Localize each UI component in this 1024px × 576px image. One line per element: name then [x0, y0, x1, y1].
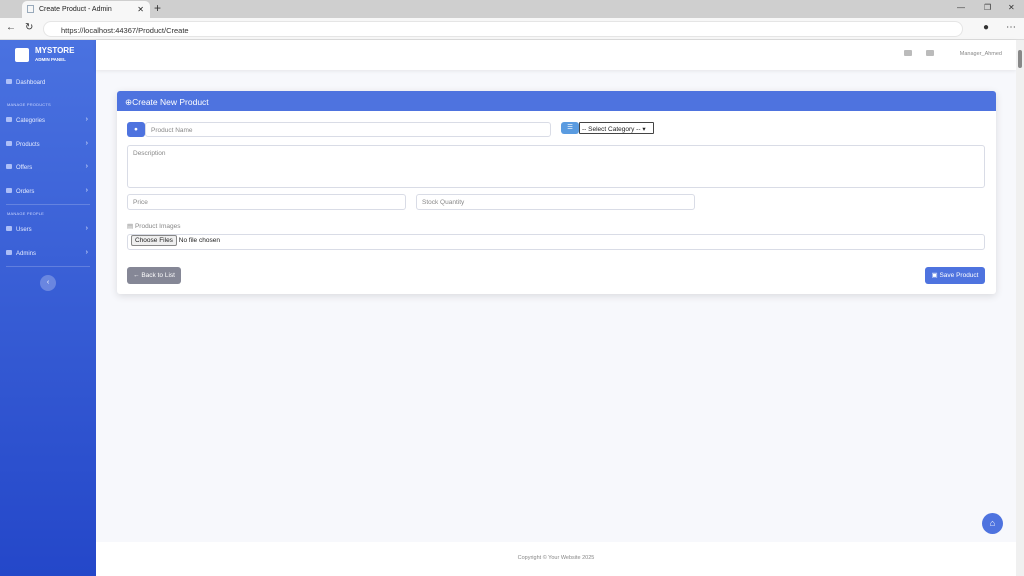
file-input[interactable]: Choose Files No file chosen — [127, 234, 985, 250]
card-header: ⊕Create New Product — [117, 91, 996, 111]
chevron-right-icon: › — [85, 140, 88, 147]
card-title: Create New Product — [132, 97, 209, 107]
save-product-button[interactable]: ▣ Save Product — [925, 267, 985, 284]
brand-subtitle: ADMIN PANEL — [35, 57, 66, 62]
chevron-right-icon: › — [85, 225, 88, 232]
dashboard-icon — [6, 79, 12, 84]
file-status: No file chosen — [178, 237, 220, 244]
divider — [6, 204, 90, 205]
browser-tab-bar: Create Product - Admin ✕ + — ❐ ✕ — [0, 0, 1024, 18]
stock-quantity-input[interactable]: Stock Quantity — [416, 194, 695, 210]
users-icon — [6, 226, 12, 231]
new-tab-button[interactable]: + — [154, 1, 161, 15]
url-text: https://localhost:44367/Product/Create — [61, 26, 189, 35]
sidebar-item-users[interactable]: Users › — [6, 225, 90, 233]
label: Product Images — [134, 223, 181, 230]
label: Admins — [16, 251, 37, 257]
label: Orders — [16, 189, 35, 195]
profile-icon[interactable]: ● — [983, 22, 989, 33]
product-name-input[interactable]: Product Name — [145, 122, 551, 137]
placeholder: Product Name — [151, 127, 193, 134]
images-icon: ▤ — [127, 223, 135, 230]
price-input[interactable]: Price — [127, 194, 406, 210]
browser-tab[interactable]: Create Product - Admin ✕ — [22, 1, 150, 18]
url-input[interactable]: https://localhost:44367/Product/Create — [43, 21, 963, 37]
section-label: MANAGE PEOPLE — [7, 211, 45, 216]
label: Dashboard — [16, 80, 46, 86]
sidebar-toggle-button[interactable]: ‹ — [40, 275, 56, 291]
placeholder: Stock Quantity — [422, 199, 465, 206]
more-icon[interactable]: ⋯ — [1006, 22, 1016, 33]
label: Products — [16, 142, 40, 148]
sidebar: MYSTORE ADMIN PANEL Dashboard MANAGE PRO… — [0, 40, 96, 576]
chevron-right-icon: › — [85, 163, 88, 170]
sidebar-item-dashboard[interactable]: Dashboard — [6, 79, 90, 86]
brand-name: MYSTORE — [35, 46, 75, 55]
refresh-icon[interactable]: ↻ — [25, 22, 33, 33]
section-label: MANAGE PRODUCTS — [7, 102, 51, 107]
sidebar-item-products[interactable]: Products › — [6, 140, 90, 148]
chevron-right-icon: › — [85, 249, 88, 256]
choose-files-button[interactable]: Choose Files — [131, 235, 177, 246]
back-to-list-button[interactable]: ← Back to List — [127, 267, 181, 284]
sidebar-item-admins[interactable]: Admins › — [6, 249, 90, 257]
chevron-right-icon: › — [85, 187, 88, 194]
create-product-card: ⊕Create New Product ● Product Name ☰ -- … — [117, 91, 996, 294]
category-select[interactable]: -- Select Category -- ▾ — [579, 122, 654, 134]
label: Users — [16, 227, 32, 233]
envelope-icon[interactable] — [926, 50, 934, 56]
home-button[interactable]: ⌂ — [982, 513, 1003, 534]
folder-icon — [6, 117, 12, 122]
label: Save Product — [939, 272, 979, 279]
divider — [6, 266, 90, 267]
cart-icon — [6, 188, 12, 193]
description-textarea[interactable]: Description — [127, 145, 985, 188]
user-shield-icon — [6, 250, 12, 255]
sidebar-item-categories[interactable]: Categories › — [6, 116, 90, 124]
tag-icon — [6, 164, 12, 169]
selected-value: -- Select Category -- — [582, 126, 641, 133]
chevron-right-icon: › — [85, 116, 88, 123]
restore-button[interactable]: ❐ — [984, 3, 991, 12]
page-icon — [27, 5, 34, 13]
tag-icon: ● — [127, 122, 145, 137]
label: Categories — [16, 118, 46, 124]
copyright: Copyright © Your Website 2025 — [517, 555, 595, 561]
shopping-bag-icon — [15, 48, 29, 62]
list-icon: ☰ — [561, 122, 579, 134]
tab-title: Create Product - Admin — [39, 6, 112, 13]
user-name[interactable]: Manager_Ahmed — [960, 51, 1002, 57]
label: Back to List — [141, 272, 175, 279]
close-window-button[interactable]: ✕ — [1008, 3, 1015, 12]
images-label: ▤ Product Images — [127, 222, 180, 230]
bell-icon[interactable] — [904, 50, 912, 56]
footer: Copyright © Your Website 2025 — [96, 542, 1016, 576]
close-tab-icon[interactable]: ✕ — [137, 5, 144, 14]
label: Offers — [16, 165, 33, 171]
scrollbar[interactable] — [1016, 40, 1024, 576]
minimize-button[interactable]: — — [957, 3, 965, 12]
box-icon — [6, 141, 12, 146]
placeholder: Description — [133, 150, 166, 157]
sidebar-item-offers[interactable]: Offers › — [6, 163, 90, 171]
placeholder: Price — [133, 199, 148, 206]
address-bar-row: ← ↻ https://localhost:44367/Product/Crea… — [0, 18, 1024, 40]
topbar: Manager_Ahmed — [96, 40, 1016, 70]
sidebar-item-orders[interactable]: Orders › — [6, 187, 90, 195]
back-icon[interactable]: ← — [6, 22, 16, 33]
